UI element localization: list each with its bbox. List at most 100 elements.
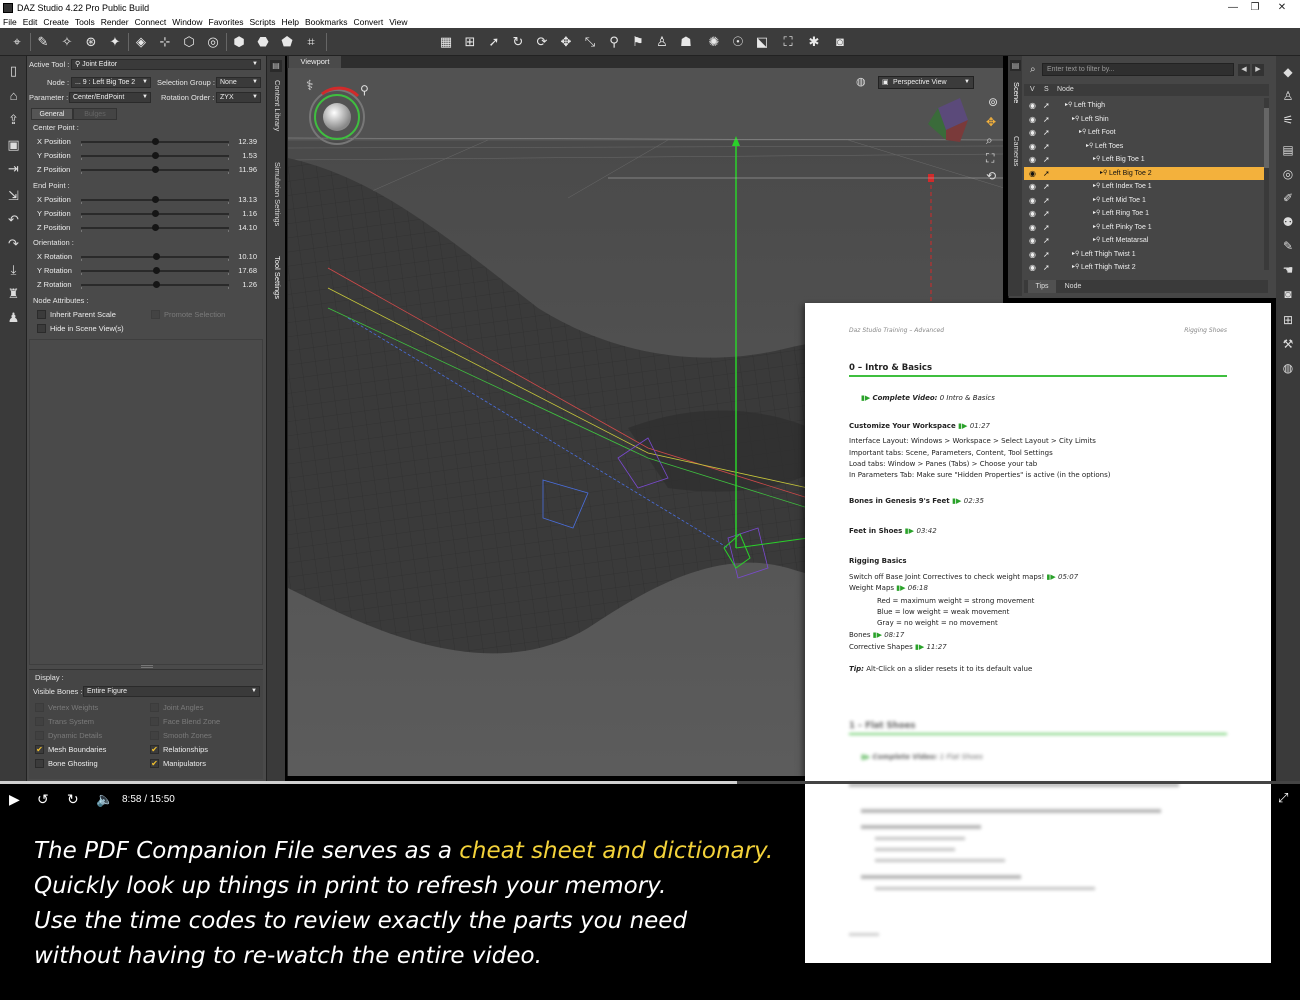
menu-help[interactable]: Help [281,17,298,27]
slider-knob[interactable] [151,224,159,231]
bone-ghosting-checkbox[interactable] [35,759,44,768]
tools-icon[interactable]: ⚒ [1279,336,1297,353]
camera-frame-icon[interactable]: ⊞ [461,33,479,51]
fullscreen-icon[interactable]: ⤢ [1278,790,1288,806]
parameter-select[interactable]: Center/EndPoint ▼ [69,92,151,103]
slider-end-z[interactable]: Z Position 14.10 [33,222,261,234]
bone-icon[interactable]: ▸⚲ [1079,126,1086,139]
slider-knob[interactable] [152,281,160,288]
tab-viewport[interactable]: Viewport [289,56,341,68]
mesh-select-icon[interactable]: ⬢ [230,33,248,51]
scene-tree-row[interactable]: ◉ ➚ ▸⚲ Left Index Toe 1 [1024,180,1267,193]
camera-zoom-icon[interactable]: ⌕ [986,133,993,147]
minimize-button[interactable]: — [1221,0,1245,15]
slider-value[interactable]: 1.16 [242,209,257,218]
brush-icon[interactable]: ✐ [1279,190,1297,207]
slider-knob[interactable] [152,267,160,274]
face-blend-zone-checkbox[interactable] [150,717,159,726]
pose-icon[interactable]: ✎ [1279,238,1297,255]
bone-icon[interactable]: ▸⚲ [1072,248,1079,261]
slider-center-x[interactable]: X Position 12.39 [33,136,261,148]
dynamic-details-checkbox[interactable] [35,731,44,740]
menu-window[interactable]: Window [172,17,202,27]
relationships-checkbox[interactable]: ✔ [150,745,159,754]
hand-icon[interactable]: ☚ [1279,262,1297,279]
slider-rot-z[interactable]: Z Rotation 1.26 [33,279,261,291]
tab-bulges[interactable]: Bulges [73,108,117,120]
open-folder-icon[interactable]: ⌂ [4,87,23,105]
tab-node[interactable]: Node [1058,280,1088,293]
column-selectable[interactable]: S [1044,84,1049,96]
daz-logo-icon[interactable]: ◆ [1279,64,1297,81]
camera-rotate-icon[interactable]: ⊚ [988,95,998,109]
bone-icon[interactable]: ▸⚲ [1093,153,1100,166]
redo-icon[interactable]: ↷ [4,235,23,253]
polygon-icon[interactable]: ⬟ [278,33,296,51]
menu-scripts[interactable]: Scripts [249,17,275,27]
scene-tree-row[interactable]: ◉ ➚ ▸⚲ Left Thigh Twist 1 [1024,248,1267,261]
slider-value[interactable]: 1.53 [242,151,257,160]
bone-icon[interactable]: ▸⚲ [1072,113,1079,126]
selectable-arrow-icon[interactable]: ➚ [1043,194,1050,207]
selectable-arrow-icon[interactable]: ➚ [1043,99,1050,112]
iray-icon[interactable]: ✺ [705,33,723,51]
slider-value[interactable]: 1.26 [242,280,257,289]
tab-simulation-settings[interactable]: Simulation Settings [270,162,282,226]
smooth-zones-checkbox[interactable] [150,731,159,740]
menu-convert[interactable]: Convert [353,17,383,27]
slider-rot-y[interactable]: Y Rotation 17.68 [33,265,261,277]
camera-pan-icon[interactable]: ✥ [986,115,996,129]
bone-icon[interactable]: ▸⚲ [1086,140,1093,153]
forward-icon[interactable]: ↻ [67,791,79,808]
volume-icon[interactable]: 🔈 [96,791,113,808]
manipulators-checkbox[interactable]: ✔ [150,759,159,768]
menu-bookmarks[interactable]: Bookmarks [305,17,348,27]
menu-tools[interactable]: Tools [75,17,95,27]
visibility-eye-icon[interactable]: ◉ [1029,153,1036,166]
arrange-icon[interactable]: ⚟ [1279,112,1297,129]
visibility-eye-icon[interactable]: ◉ [1029,234,1036,247]
slider-value[interactable]: 12.39 [238,137,257,146]
slider-center-z[interactable]: Z Position 11.96 [33,164,261,176]
visibility-eye-icon[interactable]: ◉ [1029,113,1036,126]
camera-select[interactable]: ▣ Perspective View ▼ [878,76,974,89]
node-weight-brush-icon[interactable]: ✎ [34,33,52,51]
slider-knob[interactable] [152,253,160,260]
undo-icon[interactable]: ↶ [4,211,23,229]
column-node[interactable]: Node [1057,84,1074,96]
scene-tree-row[interactable]: ◉ ➚ ▸⚲ Left Big Toe 2 [1024,166,1267,180]
bone-icon[interactable]: ▸⚲ [1065,99,1072,112]
menu-create[interactable]: Create [43,17,69,27]
node-icon[interactable]: ⚉ [1279,214,1297,231]
splitter-handle[interactable] [141,665,153,668]
column-visible[interactable]: V [1030,84,1035,96]
render-settings-icon[interactable]: ⬕ [753,33,771,51]
slider-end-x[interactable]: X Position 13.13 [33,194,261,206]
slider-knob[interactable] [151,138,159,145]
selectable-arrow-icon[interactable]: ➚ [1043,167,1050,180]
bone-icon[interactable]: ▸⚲ [1093,234,1100,247]
merge-icon[interactable]: ⇪ [4,111,23,129]
visibility-eye-icon[interactable]: ◉ [1029,126,1036,139]
selection-group-select[interactable]: None ▼ [216,77,261,88]
promote-selection-checkbox[interactable] [151,310,160,319]
tab-content-library[interactable]: Content Library [270,80,282,131]
filter-forward-icon[interactable]: ▶ [1252,64,1264,76]
joint-angles-checkbox[interactable] [150,703,159,712]
selectable-arrow-icon[interactable]: ➚ [1043,207,1050,220]
mesh-boundaries-checkbox[interactable]: ✔ [35,745,44,754]
pose-figure-icon[interactable]: ♟ [4,309,23,327]
selectable-arrow-icon[interactable]: ➚ [1043,234,1050,247]
scene-tree-row[interactable]: ◉ ➚ ▸⚲ Left Foot [1024,126,1267,139]
pane-menu-icon[interactable]: ▤ [1010,60,1021,71]
selectable-arrow-icon[interactable]: ➚ [1043,113,1050,126]
reset-camera-icon[interactable]: ⟲ [986,169,996,183]
slider-value[interactable]: 11.96 [239,165,257,174]
scene-filter-input[interactable]: Enter text to filter by... [1042,63,1234,76]
export-icon[interactable]: ⇥ [4,160,23,178]
pin-icon[interactable]: ⚲ [605,33,623,51]
visibility-eye-icon[interactable]: ◉ [1029,261,1036,274]
region-navigator-icon[interactable]: ⊛ [82,33,100,51]
figure-pose-icon[interactable]: ⚑ [629,33,647,51]
selectable-arrow-icon[interactable]: ➚ [1043,261,1050,274]
